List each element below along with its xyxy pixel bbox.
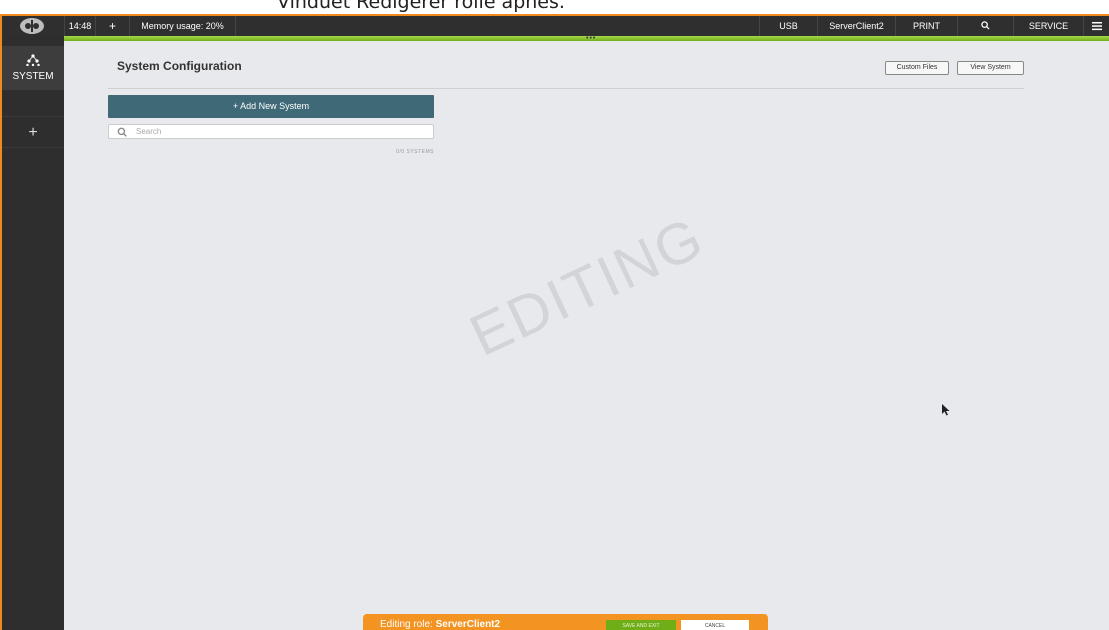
network-icon [26,54,40,66]
search-button[interactable] [958,16,1014,36]
sidebar-item-label: SYSTEM [12,71,54,82]
top-bar: 14:48 + Memory usage: 20% USB ServerClie… [2,16,1109,36]
service-button[interactable]: SERVICE [1014,16,1084,36]
caption-text: Vinduet Redigerer rolle åpnes. [277,0,565,13]
systems-count: 0/0 SYSTEMS [396,149,434,155]
sidebar-item-system[interactable]: SYSTEM [2,46,73,90]
sidebar: SYSTEM + [2,36,73,630]
view-system-button[interactable]: View System [957,61,1024,75]
clock: 14:48 [64,16,96,36]
cancel-button[interactable]: CANCEL [681,620,749,630]
hamburger-icon [1091,22,1102,31]
sidebar-add-button[interactable]: + [2,116,64,148]
custom-files-button[interactable]: Custom Files [885,61,949,75]
divider [108,88,1024,89]
editing-role-bar: Editing role: ServerClient2 SAVE AND EXI… [363,614,768,630]
search-icon [117,127,127,137]
server-client-button[interactable]: ServerClient2 [818,16,896,36]
mouse-cursor-icon [942,404,950,416]
search-box[interactable] [108,124,434,139]
search-input[interactable] [136,125,426,138]
memory-usage: Memory usage: 20% [130,16,236,36]
editing-role-label: Editing role: ServerClient2 [380,619,500,630]
main-content: System Configuration Custom Files View S… [64,41,1109,630]
editing-watermark: EDITING [460,204,714,369]
caption: Vinduet Redigerer rolle åpnes. [0,0,1109,14]
save-and-exit-button[interactable]: SAVE AND EXIT [606,620,676,630]
add-button[interactable]: + [96,16,130,36]
usb-button[interactable]: USB [760,16,818,36]
print-button[interactable]: PRINT [896,16,958,36]
search-icon [981,21,990,30]
menu-button[interactable] [1084,16,1109,36]
topbar-spacer [236,16,760,36]
add-new-system-button[interactable]: + Add New System [108,95,434,118]
page-title: System Configuration [117,59,242,73]
logo-icon[interactable] [10,17,54,35]
editing-role-prefix: Editing role: [380,619,433,630]
editing-role-name: ServerClient2 [435,619,501,630]
